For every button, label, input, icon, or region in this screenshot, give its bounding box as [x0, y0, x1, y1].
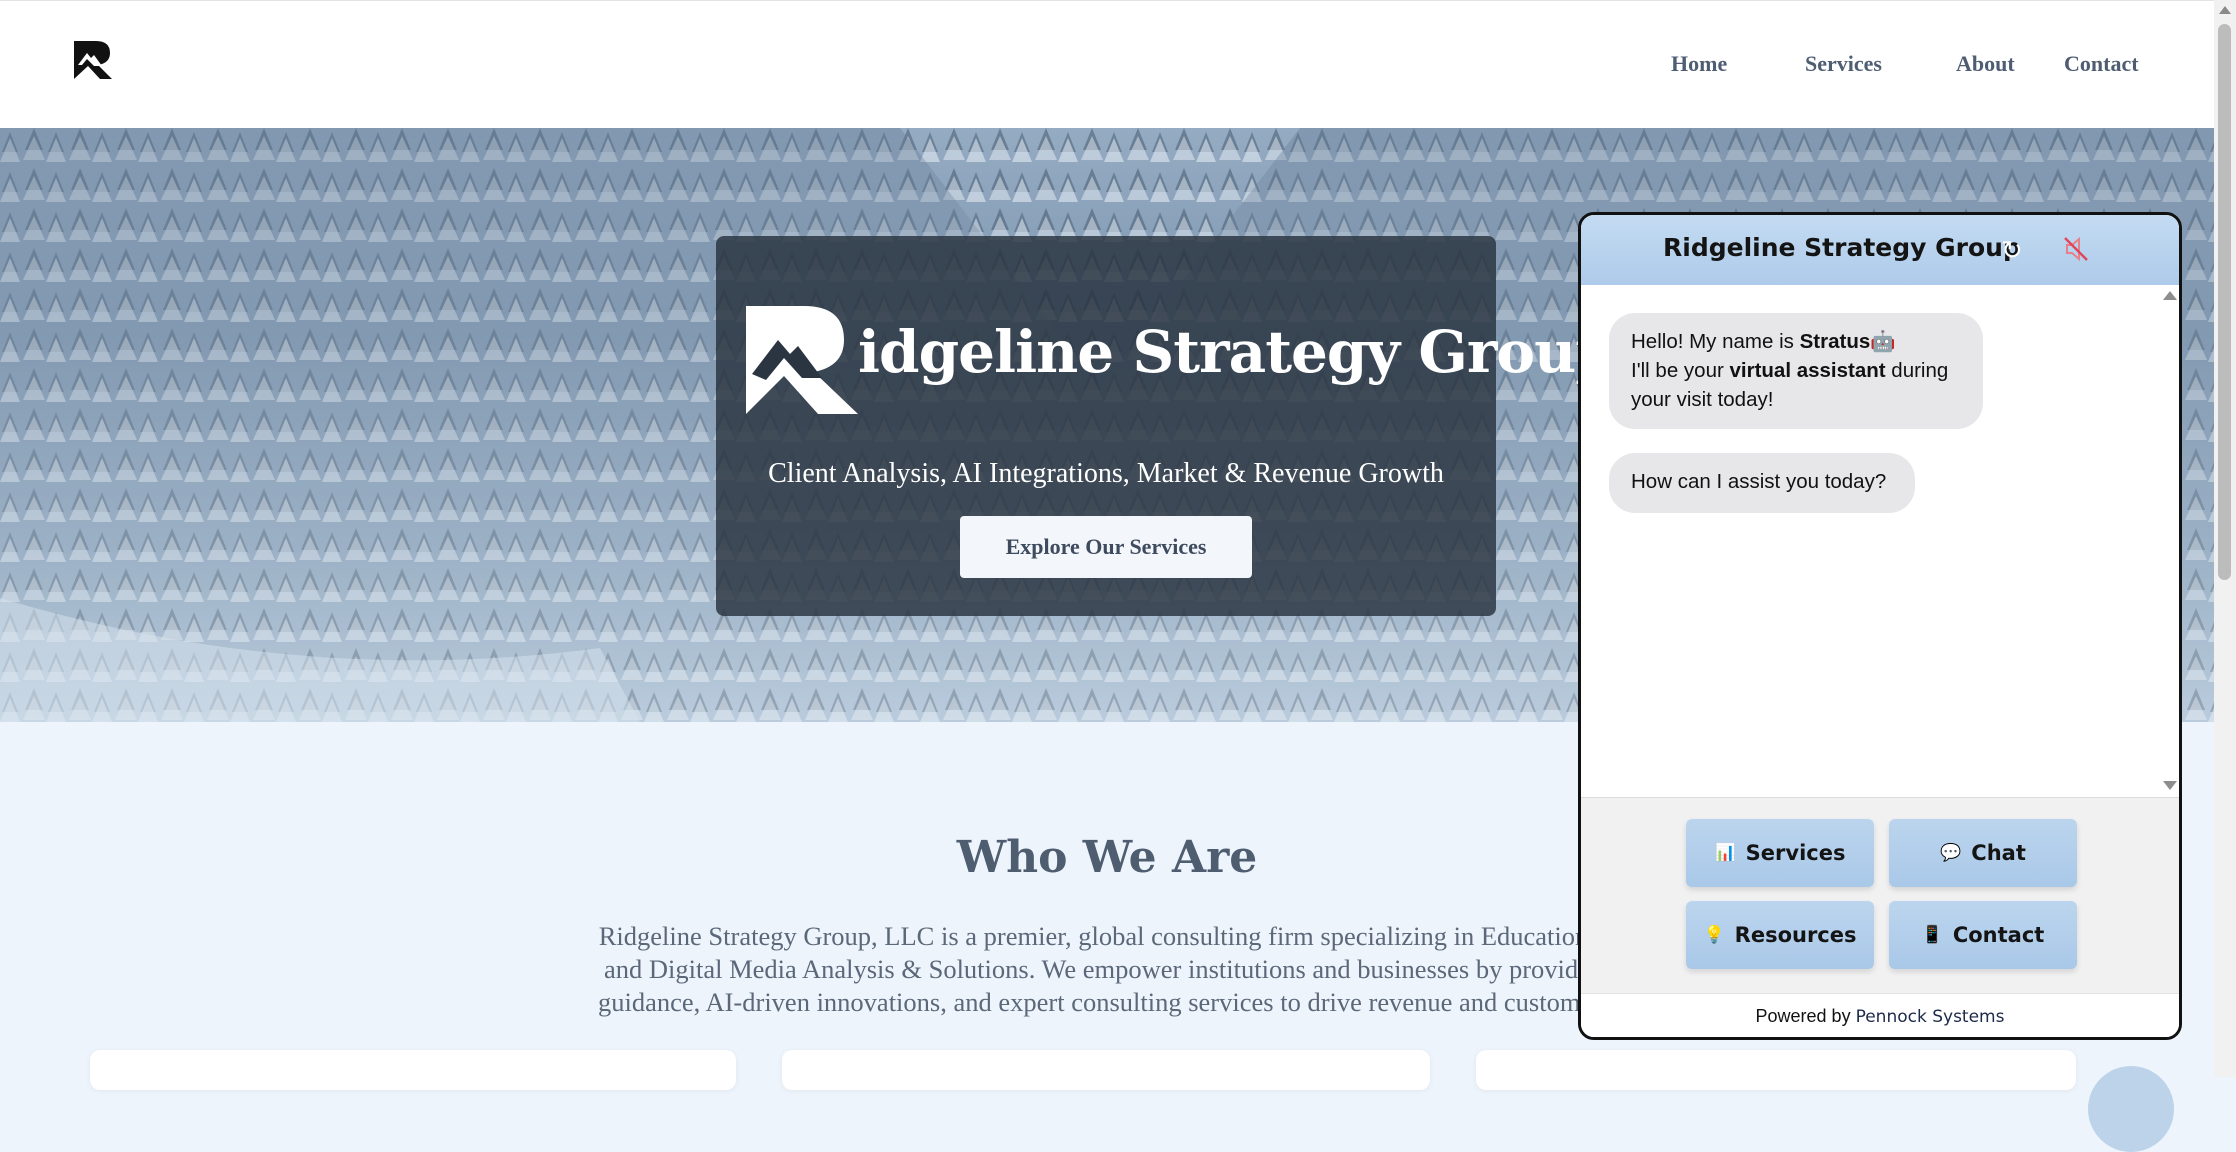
bar-chart-icon: 📊 — [1714, 843, 1736, 863]
chat-scroll-down-icon[interactable] — [2163, 781, 2177, 790]
greeting-text: your visit today! — [1631, 388, 1774, 411]
scroll-up-arrow-icon[interactable] — [2219, 6, 2231, 14]
page-scrollbar[interactable] — [2214, 0, 2236, 1077]
quick-resources-button[interactable]: 💡 Resources — [1686, 901, 1874, 969]
greeting-bold: virtual assistant — [1729, 359, 1886, 382]
quick-actions: 📊 Services 💬 Chat 💡 Resources 📱 Contact — [1581, 797, 2179, 994]
mobile-phone-icon: 📱 — [1921, 925, 1943, 945]
who-text-line: and Digital Media Analysis & Solutions. … — [604, 954, 1612, 984]
quick-button-label: Resources — [1734, 923, 1857, 947]
quick-chat-button[interactable]: 💬 Chat — [1889, 819, 2077, 887]
chat-launcher-button[interactable] — [2088, 1066, 2174, 1152]
service-card — [1476, 1050, 2076, 1090]
chat-scrollbar[interactable] — [2161, 285, 2177, 797]
service-card — [90, 1050, 736, 1090]
site-header: Home Services About Contact — [0, 0, 2214, 129]
quick-button-label: Contact — [1952, 923, 2045, 947]
hero-title: idgeline Strategy Group — [858, 318, 1616, 386]
ridgeline-logo-icon[interactable] — [72, 39, 114, 81]
quick-contact-button[interactable]: 📱 Contact — [1889, 901, 2077, 969]
service-card — [782, 1050, 1430, 1090]
assistant-name: Stratus — [1799, 330, 1871, 353]
who-text-line: guidance, AI-driven innovations, and exp… — [598, 987, 1618, 1017]
refresh-icon[interactable]: ↻ — [2001, 235, 2023, 266]
powered-by-brand-link[interactable]: Pennock Systems — [1856, 1007, 2005, 1027]
chat-header: Ridgeline Strategy Group ↻ — [1581, 215, 2179, 285]
powered-by-footer: Powered by Pennock Systems — [1581, 993, 2179, 1037]
who-we-are-text: Ridgeline Strategy Group, LLC is a premi… — [506, 920, 1710, 1019]
quick-button-label: Chat — [1971, 841, 2026, 865]
speech-bubble-icon: 💬 — [1940, 843, 1962, 863]
chat-title: Ridgeline Strategy Group — [1663, 233, 2021, 262]
nav-home[interactable]: Home — [1671, 51, 1727, 77]
explore-services-button[interactable]: Explore Our Services — [960, 516, 1252, 578]
who-text-line: Ridgeline Strategy Group, LLC is a premi… — [598, 921, 1618, 951]
chat-messages[interactable]: Hello! My name is Stratus🤖 I'll be your … — [1581, 285, 2179, 797]
greeting-text: Hello! My name is — [1631, 330, 1800, 353]
chat-widget: Ridgeline Strategy Group ↻ Hello! My nam… — [1578, 212, 2182, 1040]
greeting-text: during — [1885, 359, 1949, 382]
ridgeline-r-logo-icon — [746, 306, 858, 414]
light-bulb-icon: 💡 — [1703, 925, 1725, 945]
bot-message-question: How can I assist you today? — [1609, 453, 1915, 513]
greeting-text: I'll be your — [1631, 359, 1730, 382]
robot-emoji-icon: 🤖 — [1870, 330, 1896, 353]
hero-subtitle: Client Analysis, AI Integrations, Market… — [768, 458, 1444, 489]
quick-button-label: Services — [1745, 841, 1846, 865]
scrollbar-thumb[interactable] — [2218, 24, 2231, 580]
muted-speaker-icon[interactable] — [2062, 235, 2090, 263]
nav-about[interactable]: About — [1956, 51, 2015, 77]
nav-contact[interactable]: Contact — [2064, 51, 2139, 77]
nav-services[interactable]: Services — [1805, 51, 1882, 77]
powered-by-text: Powered by — [1755, 1006, 1856, 1026]
question-text: How can I assist you today? — [1631, 470, 1887, 493]
hero-card: idgeline Strategy Group Client Analysis,… — [716, 236, 1616, 616]
quick-services-button[interactable]: 📊 Services — [1686, 819, 1874, 887]
chat-scroll-up-icon[interactable] — [2163, 291, 2177, 300]
bot-message-greeting: Hello! My name is Stratus🤖 I'll be your … — [1609, 313, 1983, 429]
